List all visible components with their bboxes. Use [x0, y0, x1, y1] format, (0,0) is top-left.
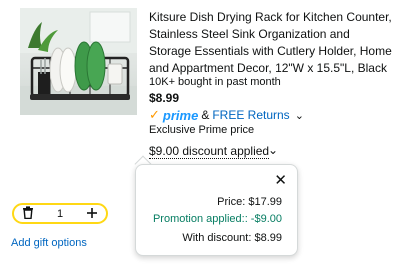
product-title[interactable]: Kitsure Dish Drying Rack for Kitchen Cou…: [149, 9, 395, 77]
popover-price: Price: $17.99: [217, 196, 282, 208]
cart-item: Kitsure Dish Drying Rack for Kitchen Cou…: [0, 0, 399, 264]
prime-badge-row: ✓ prime & FREE Returns ⌄: [149, 107, 304, 123]
free-returns-link[interactable]: FREE Returns: [212, 108, 289, 122]
quantity-stepper: 1: [12, 203, 108, 224]
close-icon[interactable]: ✕: [274, 171, 287, 189]
quantity-value: 1: [56, 207, 64, 220]
ampersand: &: [201, 108, 210, 122]
exclusive-prime-label: Exclusive Prime price: [149, 124, 255, 136]
discount-popover: ✕ Price: $17.99 Promotion applied:: -$9.…: [135, 164, 298, 256]
discount-applied-toggle[interactable]: $9.00 discount applied: [149, 144, 270, 159]
plus-icon[interactable]: [86, 207, 98, 221]
prime-check-icon: ✓: [149, 107, 160, 122]
product-price: $8.99: [149, 91, 180, 105]
dish-rack-illustration: [20, 8, 137, 115]
prime-logo: prime: [162, 107, 199, 123]
chevron-down-icon[interactable]: ⌄: [268, 143, 278, 157]
product-image[interactable]: [20, 8, 137, 115]
bought-count: 10K+ bought in past month: [149, 76, 281, 88]
popover-with-discount: With discount: $8.99: [182, 232, 282, 244]
add-gift-options-link[interactable]: Add gift options: [11, 237, 87, 249]
chevron-down-icon[interactable]: ⌄: [295, 109, 304, 122]
trash-icon[interactable]: [22, 206, 34, 221]
popover-promotion: Promotion applied:: -$9.00: [152, 213, 282, 225]
